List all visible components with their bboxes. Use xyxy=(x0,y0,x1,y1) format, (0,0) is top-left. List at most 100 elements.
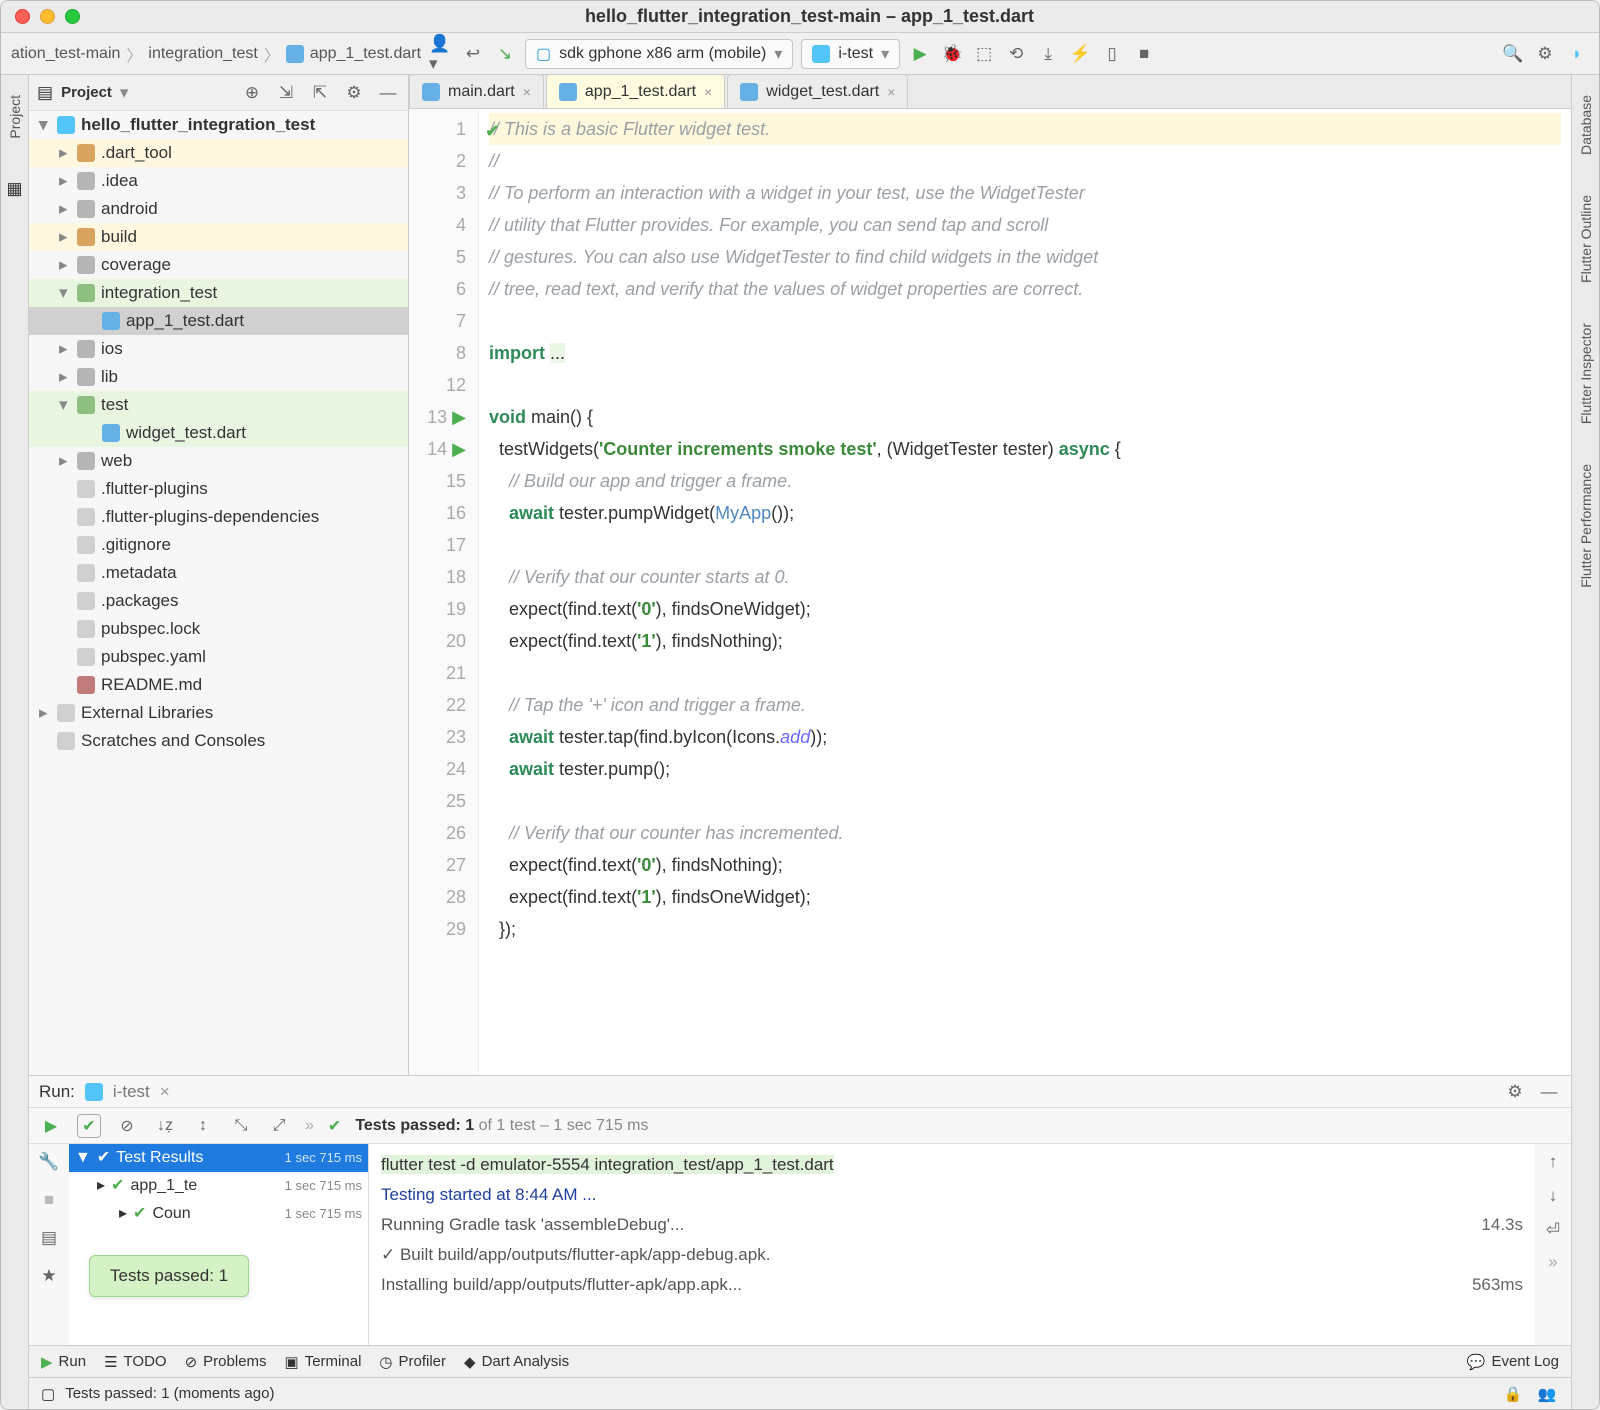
flutter-outline-tab[interactable]: Flutter Outline xyxy=(1578,195,1594,283)
hot-reload-icon[interactable]: ⟲ xyxy=(1004,42,1028,66)
tree-item[interactable]: pubspec.lock xyxy=(29,615,408,643)
test-tree-item[interactable]: ▸✔Coun1 sec 715 ms xyxy=(69,1200,368,1228)
hide-icon[interactable]: — xyxy=(1537,1080,1561,1104)
run-config-selector[interactable]: i-test ▾ xyxy=(801,39,900,69)
expand-all-icon[interactable]: ⤡ xyxy=(229,1114,253,1138)
debug-icon[interactable]: 🐞 xyxy=(940,42,964,66)
editor-tab[interactable]: main.dart× xyxy=(409,74,544,108)
tree-item[interactable]: ▸External Libraries xyxy=(29,699,408,727)
statusbar: ▶Run ☰ TODO ⊘ Problems ▣ Terminal ◷ Prof… xyxy=(29,1345,1571,1377)
run-output[interactable]: flutter test -d emulator-5554 integratio… xyxy=(369,1144,1535,1345)
search-icon[interactable]: 🔍 xyxy=(1501,42,1525,66)
test-tree-item[interactable]: ▼✔Test Results1 sec 715 ms xyxy=(69,1144,368,1172)
tree-item[interactable]: .flutter-plugins-dependencies xyxy=(29,503,408,531)
terminal-tab[interactable]: ▣ Terminal xyxy=(285,1353,362,1371)
expand-icon[interactable]: ⇲ xyxy=(274,81,298,105)
tree-item[interactable]: ▸android xyxy=(29,195,408,223)
tree-item[interactable]: README.md xyxy=(29,671,408,699)
sort-icon-2[interactable]: ↕ xyxy=(191,1114,215,1138)
tree-item[interactable]: ▾test xyxy=(29,391,408,419)
tree-item[interactable]: ▸.idea xyxy=(29,167,408,195)
tree-item[interactable]: Scratches and Consoles xyxy=(29,727,408,755)
tree-item[interactable]: .flutter-plugins xyxy=(29,475,408,503)
folder-icon[interactable]: ▦ xyxy=(6,179,22,199)
tree-item[interactable]: ▸ios xyxy=(29,335,408,363)
sort-icon[interactable]: ↓ẓ xyxy=(153,1114,177,1138)
tree-item[interactable]: app_1_test.dart xyxy=(29,307,408,335)
zoom-window-icon[interactable] xyxy=(65,9,80,24)
hide-icon[interactable]: — xyxy=(376,81,400,105)
panel-title: Project xyxy=(61,84,112,101)
tree-item[interactable]: .gitignore xyxy=(29,531,408,559)
dart-analysis-tab[interactable]: ◆ Dart Analysis xyxy=(464,1353,569,1371)
flutter-inspector-tab[interactable]: Flutter Inspector xyxy=(1578,323,1594,424)
flutter-performance-tab[interactable]: Flutter Performance xyxy=(1578,464,1594,588)
tests-summary: Tests passed: 1 of 1 test – 1 sec 715 ms xyxy=(355,1117,648,1135)
collapse-all-icon[interactable]: ⤢ xyxy=(267,1114,291,1138)
test-tree[interactable]: ▼✔Test Results1 sec 715 ms▸✔app_1_te1 se… xyxy=(69,1144,369,1345)
hammer-icon[interactable]: ↘ xyxy=(493,42,517,66)
show-passed-icon[interactable]: ✔ xyxy=(77,1114,101,1138)
code-editor[interactable]: // This is a basic Flutter widget test./… xyxy=(479,109,1571,1075)
back-icon[interactable]: ↩ xyxy=(461,42,485,66)
gear-icon[interactable]: ⚙ xyxy=(1503,1080,1527,1104)
test-tree-item[interactable]: ▸✔app_1_te1 sec 715 ms xyxy=(69,1172,368,1200)
titlebar: hello_flutter_integration_test-main – ap… xyxy=(1,1,1599,33)
editor-tab[interactable]: widget_test.dart× xyxy=(727,74,908,108)
problems-tab[interactable]: ⊘ Problems xyxy=(185,1353,267,1371)
tree-item[interactable]: widget_test.dart xyxy=(29,419,408,447)
layout-icon[interactable]: ▤ xyxy=(37,1226,61,1250)
stop-icon[interactable]: ■ xyxy=(1132,42,1156,66)
gear-icon[interactable]: ⚙ xyxy=(342,81,366,105)
wrench-icon[interactable]: 🔧 xyxy=(37,1150,61,1174)
dart-file-icon xyxy=(286,45,304,63)
rerun-icon[interactable]: ▶ xyxy=(39,1114,63,1138)
tree-item[interactable]: ▸coverage xyxy=(29,251,408,279)
tree-item[interactable]: ▾hello_flutter_integration_test xyxy=(29,111,408,139)
tree-item[interactable]: ▸.dart_tool xyxy=(29,139,408,167)
close-icon[interactable]: × xyxy=(887,84,895,100)
device-selector[interactable]: ▢ sdk gphone x86 arm (mobile) ▾ xyxy=(525,39,793,69)
lock-icon[interactable]: 🔒 xyxy=(1501,1382,1525,1406)
inspection-check-icon[interactable]: ✔ xyxy=(485,115,500,147)
down-arrow-icon[interactable]: ↓ xyxy=(1541,1184,1565,1208)
project-tab[interactable]: Project xyxy=(7,95,23,139)
user-icon[interactable]: 👤▾ xyxy=(429,42,453,66)
close-icon[interactable]: × xyxy=(523,84,531,100)
show-ignored-icon[interactable]: ⊘ xyxy=(115,1114,139,1138)
database-tab[interactable]: Database xyxy=(1578,95,1594,155)
attach-icon[interactable]: ⤓ xyxy=(1036,42,1060,66)
close-window-icon[interactable] xyxy=(15,9,30,24)
gutter[interactable]: ✔ 123456781213 ▶14 ▶15161718192021222324… xyxy=(409,109,479,1075)
star-icon[interactable]: ★ xyxy=(37,1264,61,1288)
up-arrow-icon[interactable]: ↑ xyxy=(1541,1150,1565,1174)
device-icon[interactable]: ▯ xyxy=(1100,42,1124,66)
tree-item[interactable]: .packages xyxy=(29,587,408,615)
locate-icon[interactable]: ⊕ xyxy=(240,81,264,105)
stop-icon[interactable]: ■ xyxy=(37,1188,61,1212)
people-icon[interactable]: 👥 xyxy=(1535,1382,1559,1406)
todo-tab[interactable]: ☰ TODO xyxy=(104,1353,167,1371)
run-tab[interactable]: ▶Run xyxy=(41,1353,86,1371)
profiler-tab[interactable]: ◷ Profiler xyxy=(379,1353,446,1371)
event-log[interactable]: 💬 Event Log xyxy=(1467,1353,1559,1371)
tree-item[interactable]: .metadata xyxy=(29,559,408,587)
flash-icon[interactable]: ⚡ xyxy=(1068,42,1092,66)
breadcrumb[interactable]: ation_test-main〉 integration_test〉 app_1… xyxy=(11,42,421,66)
wrap-icon[interactable]: ⏎ xyxy=(1541,1218,1565,1242)
flutter-logo-icon[interactable]: ◗ xyxy=(1565,42,1589,66)
close-icon[interactable]: × xyxy=(704,84,712,100)
coverage-icon[interactable]: ⬚ xyxy=(972,42,996,66)
editor-tab[interactable]: app_1_test.dart× xyxy=(546,74,725,108)
project-tree[interactable]: ▾hello_flutter_integration_test▸.dart_to… xyxy=(29,111,408,1075)
status-square-icon[interactable]: ▢ xyxy=(41,1385,55,1403)
run-icon[interactable]: ▶ xyxy=(908,42,932,66)
tree-item[interactable]: ▸lib xyxy=(29,363,408,391)
tree-item[interactable]: pubspec.yaml xyxy=(29,643,408,671)
tree-item[interactable]: ▸build xyxy=(29,223,408,251)
tree-item[interactable]: ▸web xyxy=(29,447,408,475)
collapse-icon[interactable]: ⇱ xyxy=(308,81,332,105)
minimize-window-icon[interactable] xyxy=(40,9,55,24)
tree-item[interactable]: ▾integration_test xyxy=(29,279,408,307)
gear-icon[interactable]: ⚙ xyxy=(1533,42,1557,66)
